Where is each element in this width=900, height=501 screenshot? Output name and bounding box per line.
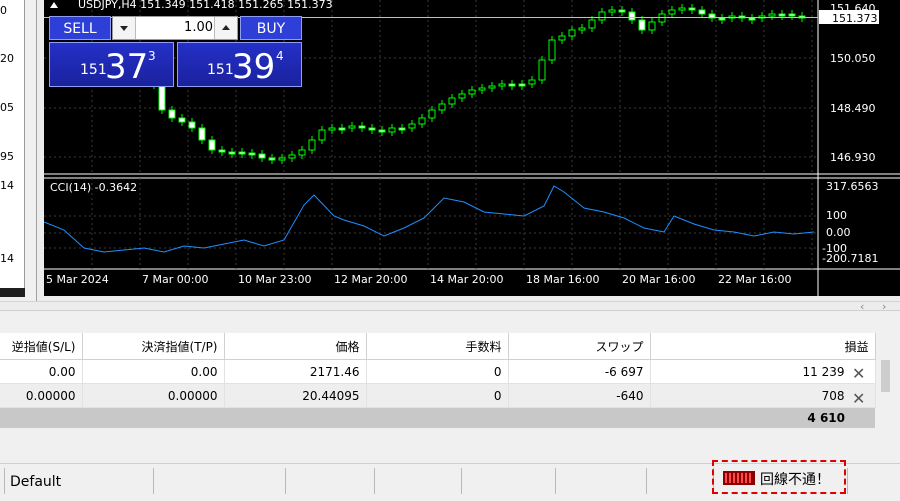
buy-price-prefix: 151 — [207, 62, 234, 78]
positions-table: 逆指値(S/L) 決済指値(T/P) 価格 手数料 スワップ 損益 0.00 0… — [0, 333, 876, 428]
left-axis-label: 14 — [0, 179, 14, 192]
increase-volume-button[interactable] — [214, 17, 237, 39]
total-profit: 4 610 — [650, 407, 875, 428]
time-axis-label: 5 Mar 2024 — [46, 273, 109, 286]
sell-price-pips: 37 — [105, 47, 149, 87]
time-axis-label: 14 Mar 20:00 — [430, 273, 503, 286]
sell-button[interactable]: SELL — [49, 16, 111, 40]
time-axis-label: 18 Mar 16:00 — [526, 273, 599, 286]
cell-swap: -640 — [508, 383, 651, 408]
cell-profit: 11 239 — [650, 359, 876, 384]
sell-price-prefix: 151 — [80, 62, 107, 78]
connection-status-label: 回線不通！ — [760, 472, 830, 488]
cell-commission: 0 — [366, 359, 509, 384]
sell-price-fraction: 3 — [148, 49, 156, 63]
left-chart-window[interactable]: 0 20 05 95 14 14 — [0, 0, 25, 296]
left-window-scrollbar — [0, 288, 25, 297]
sell-price-box[interactable]: 151 37 3 — [49, 42, 174, 87]
cell-sl[interactable]: 0.00 — [0, 359, 83, 384]
total-row: 4 610 — [0, 407, 875, 428]
column-header-swap[interactable]: スワップ — [508, 333, 651, 360]
table-row[interactable]: 0.00000 0.00000 20.44095 0 -640 708 — [0, 383, 876, 408]
buy-price-pips: 39 — [232, 47, 276, 87]
column-header-tp[interactable]: 決済指値(T/P) — [82, 333, 225, 360]
column-header-sl[interactable]: 逆指値(S/L) — [0, 333, 83, 360]
scrollbar-thumb[interactable] — [881, 360, 890, 392]
cell-swap: -6 697 — [508, 359, 651, 384]
left-axis-label: 14 — [0, 252, 14, 265]
one-click-trading-panel: SELL 1.00 BUY 151 37 3 151 39 4 — [49, 16, 302, 89]
indicator-axis-label: 100 — [826, 209, 847, 222]
time-axis-label: 20 Mar 16:00 — [622, 273, 695, 286]
volume-stepper[interactable]: 1.00 — [112, 16, 238, 40]
down-triangle-icon — [120, 26, 128, 31]
price-axis-label: 148.490 — [830, 102, 876, 115]
decrease-volume-button[interactable] — [113, 17, 136, 39]
cell-commission: 0 — [366, 383, 509, 408]
close-position-icon[interactable]: ✕ — [852, 389, 865, 408]
column-header-profit[interactable]: 損益 — [650, 333, 876, 360]
cell-tp[interactable]: 0.00 — [82, 359, 225, 384]
column-header-commission[interactable]: 手数料 — [366, 333, 509, 360]
profile-name[interactable]: Default — [10, 474, 61, 490]
time-axis-label: 22 Mar 16:00 — [718, 273, 791, 286]
table-row[interactable]: 0.00 0.00 2171.46 0 -6 697 11 239 — [0, 359, 876, 384]
current-price-label: 151.373 — [832, 12, 878, 25]
cell-sl[interactable]: 0.00000 — [0, 383, 83, 408]
chart-header: USDJPY,H4 151.349 151.418 151.265 151.37… — [78, 0, 333, 11]
indicator-axis-label: 317.6563 — [826, 180, 879, 193]
buy-price-box[interactable]: 151 39 4 — [177, 42, 302, 87]
left-axis-label: 05 — [0, 101, 14, 114]
cell-tp[interactable]: 0.00000 — [82, 383, 225, 408]
indicator-label: CCI(14) -0.3642 — [50, 181, 137, 194]
buy-price-fraction: 4 — [276, 49, 284, 63]
cell-price: 20.44095 — [224, 383, 367, 408]
connection-bars-icon — [723, 471, 755, 485]
close-position-icon[interactable]: ✕ — [852, 364, 865, 383]
column-header-price[interactable]: 価格 — [224, 333, 367, 360]
left-axis-label: 20 — [0, 52, 14, 65]
cell-price: 2171.46 — [224, 359, 367, 384]
up-triangle-icon — [222, 25, 230, 30]
buy-button[interactable]: BUY — [240, 16, 302, 40]
left-axis-label: 95 — [0, 150, 14, 163]
indicator-axis-label: -200.7181 — [822, 252, 878, 265]
indicator-axis-label: 0.00 — [826, 226, 851, 239]
time-axis-label: 7 Mar 00:00 — [142, 273, 208, 286]
price-axis-label: 146.930 — [830, 151, 876, 164]
time-axis-label: 10 Mar 23:00 — [238, 273, 311, 286]
volume-input[interactable]: 1.00 — [137, 17, 213, 39]
cell-profit: 708 — [650, 383, 876, 408]
left-axis-label: 0 — [0, 4, 7, 17]
price-axis-label: 150.050 — [830, 52, 876, 65]
connection-status[interactable]: 回線不通！ — [712, 460, 846, 494]
time-axis-label: 12 Mar 20:00 — [334, 273, 407, 286]
